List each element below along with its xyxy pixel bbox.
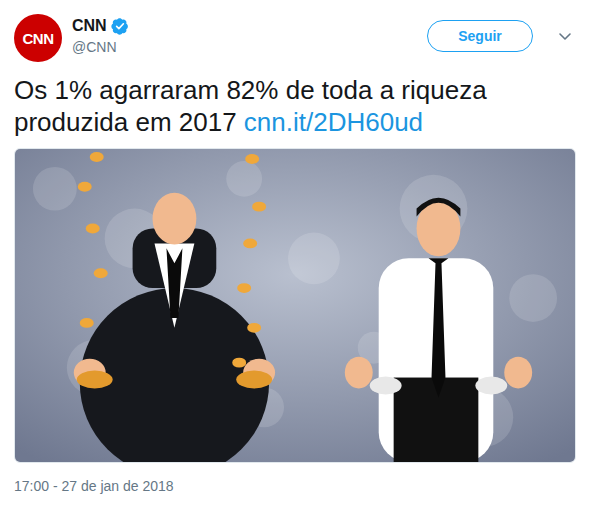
- chevron-down-icon[interactable]: [557, 28, 573, 44]
- tweet-card: CNN CNN @CNN Seguir Os 1% agarraram 82% de t…: [0, 0, 595, 507]
- author-handle[interactable]: @CNN: [72, 39, 417, 55]
- author-name[interactable]: CNN: [72, 17, 107, 35]
- verified-icon: [111, 17, 129, 35]
- follow-button[interactable]: Seguir: [427, 20, 533, 52]
- avatar-logo[interactable]: CNN: [14, 14, 62, 62]
- author[interactable]: CNN @CNN: [72, 14, 417, 55]
- tweet-header: CNN CNN @CNN Seguir: [14, 14, 581, 62]
- timestamp[interactable]: 17:00 - 27 de jan de 2018: [14, 478, 581, 494]
- tweet-image[interactable]: [14, 148, 576, 463]
- tweet-text: Os 1% agarraram 82% de toda a riqueza pr…: [14, 74, 581, 138]
- illustration: [15, 149, 575, 462]
- tweet-link[interactable]: cnn.it/2DH60ud: [244, 107, 423, 137]
